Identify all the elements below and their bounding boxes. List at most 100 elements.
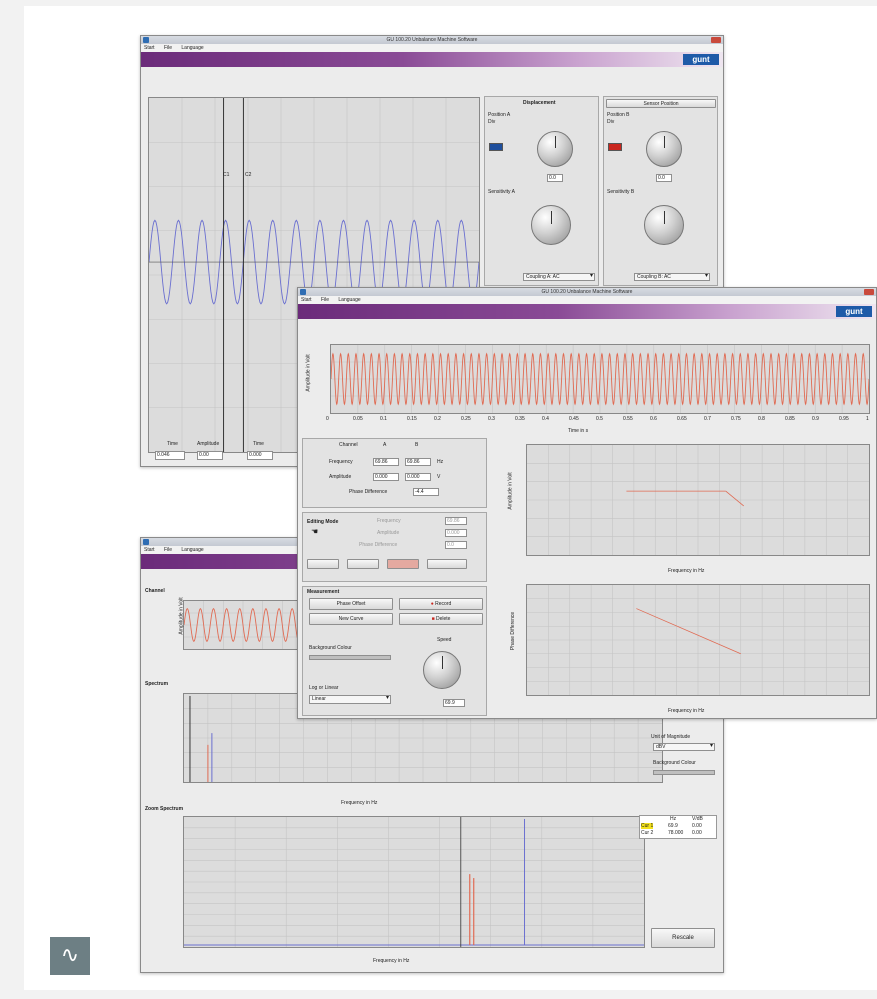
- menu-language[interactable]: Language: [181, 45, 203, 51]
- window-title: GU 100.20 Unbalance Machine Software: [541, 289, 633, 295]
- table-row-cur2-vdb: 0.00: [692, 830, 702, 836]
- units-a-label: Div: [488, 119, 496, 125]
- sensitivity-a-knob[interactable]: [531, 205, 571, 245]
- spectrum-bg-colour-swatch[interactable]: [653, 770, 715, 775]
- channel-a-led[interactable]: [489, 143, 503, 151]
- title-bar: GU 100.20 Unbalance Machine Software: [141, 36, 723, 44]
- amplitude-frequency-plot: [526, 444, 870, 556]
- close-icon[interactable]: [711, 37, 721, 43]
- table-header-vdb: V/dB: [692, 816, 703, 822]
- channel-values-panel: Channel A B Frequency 69.86 69.86 Hz Amp…: [302, 438, 487, 508]
- channel-label: Channel: [339, 442, 358, 448]
- edit-frequency-field[interactable]: 69.86: [445, 517, 467, 525]
- app-icon: [143, 539, 149, 545]
- phase-difference-field[interactable]: -4.4: [413, 488, 439, 496]
- unit-magnitude-label: Unit of Magnitude: [651, 734, 691, 740]
- frequency-unit: Hz: [437, 459, 444, 465]
- waveform-xtick: 0.55: [623, 416, 633, 422]
- gunt-logo: gunt: [836, 306, 872, 317]
- menu-language[interactable]: Language: [181, 547, 203, 553]
- amplitude-curve: [527, 445, 869, 555]
- amplitude-b-field[interactable]: 0.000: [405, 473, 431, 481]
- table-row-cur1-name[interactable]: Cur 1: [641, 823, 654, 829]
- waveform-xtick: 0.45: [569, 416, 579, 422]
- coupling-a-select[interactable]: Coupling A: AC: [523, 273, 595, 281]
- sensitivity-a-label: Sensitivity A: [488, 189, 515, 195]
- menu-start[interactable]: Start: [144, 547, 155, 553]
- coupling-b-select[interactable]: Coupling B: AC: [634, 273, 710, 281]
- channel-title: Channel: [145, 588, 165, 594]
- frequency-b-field[interactable]: 69.86: [405, 458, 431, 466]
- phase-chart-xlabel: Frequency in Hz: [668, 708, 705, 714]
- waveform-xtick: 0.3: [488, 416, 495, 422]
- phase-offset-button[interactable]: Phase Offset: [309, 598, 393, 610]
- units-b-label: Div: [607, 119, 615, 125]
- phase-frequency-plot: [526, 584, 870, 696]
- position-a-value[interactable]: 0.0: [547, 174, 563, 182]
- speed-knob[interactable]: [423, 651, 461, 689]
- waveform-ylabel: Amplitude in Volt: [305, 354, 312, 392]
- top-margin: [0, 0, 877, 6]
- waveform-xtick: 0.1: [380, 416, 387, 422]
- page: GU 100.20 Unbalance Machine Software Sta…: [0, 0, 877, 999]
- sensor-position-panel: Sensor Position Position B Div 0.0 Sensi…: [603, 96, 718, 286]
- c1-amp-field[interactable]: 0.00: [197, 451, 223, 460]
- waveform-xtick: 0.65: [677, 416, 687, 422]
- sensor-position-select[interactable]: Sensor Position: [606, 99, 716, 108]
- menu-file[interactable]: File: [164, 547, 172, 553]
- c2-time-field[interactable]: 0.000: [247, 451, 273, 460]
- log-linear-label: Log or Linear: [309, 685, 339, 691]
- waveform-xtick: 0.7: [704, 416, 711, 422]
- edit-phase-field[interactable]: 0.0: [445, 541, 467, 549]
- speed-label: Speed: [437, 637, 452, 643]
- waveform-xtick: 0.4: [542, 416, 549, 422]
- menu-bar: Start File Language: [141, 44, 723, 52]
- spectrum-title: Spectrum: [145, 681, 169, 687]
- position-b-value[interactable]: 0.0: [656, 174, 672, 182]
- cursor-c1-label: C1: [223, 172, 230, 178]
- position-b-knob[interactable]: [646, 131, 682, 167]
- position-a-knob[interactable]: [537, 131, 573, 167]
- waveform-xtick: 0.15: [407, 416, 417, 422]
- waveform-xtick: 0.9: [812, 416, 819, 422]
- editing-mode-title: Editing Mode: [307, 519, 339, 525]
- edit-frequency-label: Frequency: [377, 518, 401, 524]
- edit-button-4[interactable]: [427, 559, 467, 569]
- menu-language[interactable]: Language: [338, 297, 360, 303]
- edit-button-3[interactable]: [387, 559, 419, 569]
- brand-banner: gunt: [141, 52, 723, 67]
- unit-magnitude-select[interactable]: dBV: [653, 743, 715, 751]
- table-row-cur2-hz: 78.000: [668, 830, 684, 836]
- new-curve-button[interactable]: New Curve: [309, 613, 393, 625]
- table-row-cur2-name[interactable]: Cur 2: [641, 830, 653, 836]
- frequency-label: Frequency: [329, 459, 353, 465]
- delete-button[interactable]: ■ Delete: [399, 613, 483, 625]
- channel-b-led[interactable]: [608, 143, 622, 151]
- waveform-xlabel: Time in s: [568, 428, 589, 434]
- zoom-xlabel: Frequency in Hz: [373, 958, 410, 964]
- zoom-plot: [183, 816, 645, 948]
- log-linear-select[interactable]: Linear: [309, 695, 391, 704]
- amplitude-a-field[interactable]: 0.000: [373, 473, 399, 481]
- menu-start[interactable]: Start: [144, 45, 155, 51]
- menu-file[interactable]: File: [164, 45, 172, 51]
- menu-file[interactable]: File: [321, 297, 329, 303]
- edit-amplitude-field[interactable]: 0.000: [445, 529, 467, 537]
- hand-icon: ☚: [311, 527, 319, 536]
- record-label: Record: [435, 601, 452, 607]
- edit-button-1[interactable]: [307, 559, 339, 569]
- close-icon[interactable]: [864, 289, 874, 295]
- sine-wave-icon[interactable]: ∿: [50, 937, 90, 975]
- rescale-button[interactable]: Rescale: [651, 928, 715, 948]
- sensitivity-b-knob[interactable]: [644, 205, 684, 245]
- speed-field[interactable]: 69.9: [443, 699, 465, 707]
- frequency-a-field[interactable]: 69.86: [373, 458, 399, 466]
- edit-button-2[interactable]: [347, 559, 379, 569]
- menu-start[interactable]: Start: [301, 297, 312, 303]
- waveform-xtick: 0.05: [353, 416, 363, 422]
- waveform-xtick: 0.35: [515, 416, 525, 422]
- record-button[interactable]: ● Record: [399, 598, 483, 610]
- amplitude-chart-ylabel: Amplitude in Volt: [507, 472, 514, 510]
- c1-time-field[interactable]: 0.046: [155, 451, 185, 460]
- background-colour-swatch[interactable]: [309, 655, 391, 660]
